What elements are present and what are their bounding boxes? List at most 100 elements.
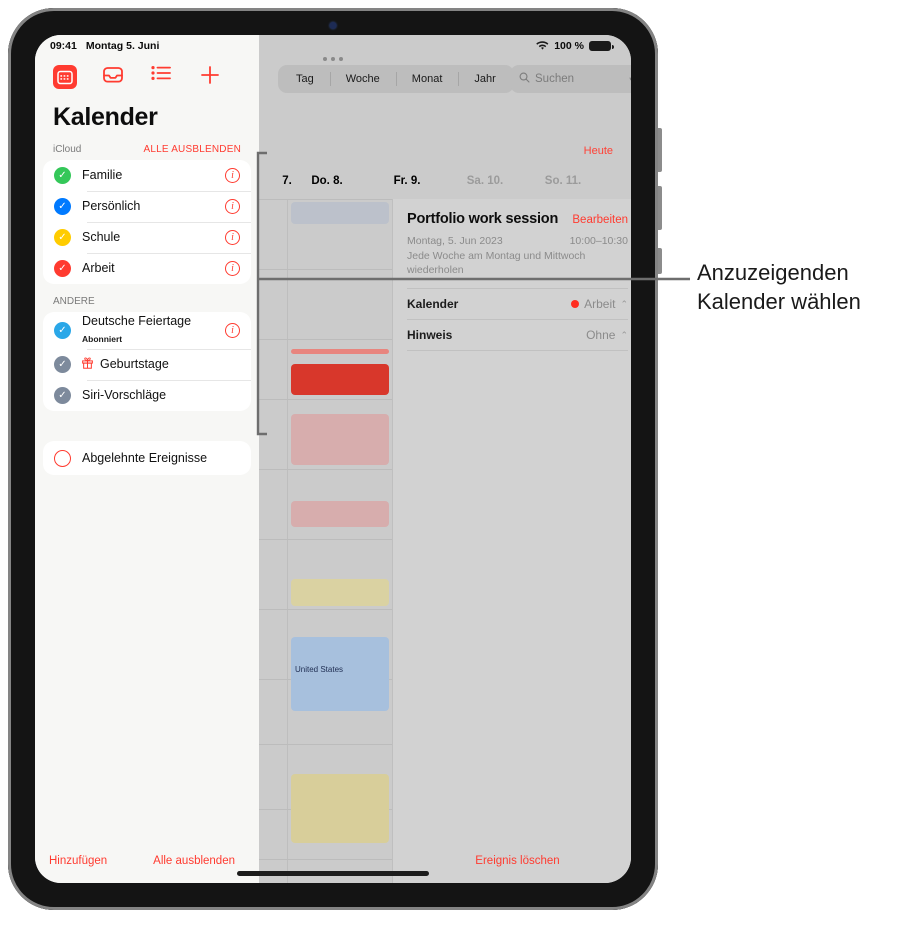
calendar-list-icloud: ✓ Familie i ✓ Persönlich i ✓ Schule i ✓ … [43, 160, 251, 284]
handle-dot [323, 57, 327, 61]
volume-down-button[interactable] [658, 186, 662, 230]
sidebar-status-date: Montag 5. Juni [85, 40, 160, 52]
calendar-event-block[interactable] [291, 202, 389, 224]
checkmark-icon[interactable]: ✓ [54, 167, 71, 184]
info-icon[interactable]: i [225, 230, 240, 245]
callout-label: Anzuzeigenden Kalender wählen [697, 258, 861, 316]
calendar-name: Arbeit [82, 261, 115, 276]
calendar-row-persoenlich[interactable]: ✓ Persönlich i [43, 191, 251, 222]
calendar-subtitle: Abonniert [82, 333, 123, 344]
tab-monat[interactable]: Monat [395, 67, 459, 91]
tab-jahr[interactable]: Jahr [458, 67, 511, 91]
callout-line-1: Anzuzeigenden [697, 260, 849, 285]
calendar-icon[interactable] [53, 65, 77, 89]
wifi-icon [536, 41, 549, 51]
device-screen: 09:41 Montag 5. Juni 100 % Tag Woc [35, 35, 631, 883]
field-hinweis-value: Ohne [586, 328, 616, 343]
add-icon[interactable] [200, 65, 224, 89]
battery-percent: 100 % [554, 40, 584, 52]
front-camera-icon [329, 22, 337, 29]
declined-events-group: Abgelehnte Ereignisse [43, 441, 251, 475]
today-button[interactable]: Heute [584, 145, 613, 157]
hide-all-icloud-button[interactable]: ALLE AUSBLENDEN [144, 144, 242, 155]
calendar-row-siri-vorschlaege[interactable]: ✓ Siri-Vorschläge [43, 380, 251, 411]
add-calendar-button[interactable]: Hinzufügen [35, 855, 107, 867]
day-label-so11[interactable]: So. 11. [523, 175, 603, 187]
delete-event-button[interactable]: Ereignis löschen [393, 839, 631, 883]
divider [407, 350, 628, 352]
tab-tag[interactable]: Tag [280, 67, 330, 91]
calendar-row-abgelehnte-ereignisse[interactable]: Abgelehnte Ereignisse [43, 441, 251, 475]
view-segmented-control[interactable]: Tag Woche Monat Jahr [278, 65, 514, 93]
section-header-andere: ANDERE [35, 284, 259, 312]
field-kalender[interactable]: Kalender Arbeit ⌃ [393, 289, 631, 319]
info-icon[interactable]: i [225, 199, 240, 214]
info-icon[interactable]: i [225, 168, 240, 183]
calendar-name: Persönlich [82, 199, 141, 214]
home-indicator[interactable] [237, 871, 429, 876]
day-label-fr9[interactable]: Fr. 9. [367, 175, 447, 187]
list-icon[interactable] [151, 65, 175, 89]
volume-up-button[interactable] [658, 128, 662, 172]
calendar-name: Geburtstage [100, 357, 169, 372]
chevron-updown-icon[interactable]: ⌃ [620, 330, 628, 341]
calendar-event-block[interactable] [291, 774, 389, 843]
section-label-icloud: iCloud [53, 144, 82, 155]
calendar-event-block[interactable]: United States [291, 637, 389, 711]
sidebar-status-time: 09:41 [50, 40, 77, 52]
tab-woche[interactable]: Woche [329, 67, 396, 91]
calendar-event-block[interactable] [291, 364, 389, 395]
edit-button[interactable]: Bearbeiten [572, 214, 628, 226]
device-frame: 09:41 Montag 5. Juni 100 % Tag Woc [8, 8, 662, 910]
calendar-list-andere: ✓ Deutsche Feiertage Abonniert i ✓ Gebur… [43, 312, 251, 411]
power-button[interactable] [658, 248, 662, 274]
sidebar-bottom-bar: Hinzufügen Alle ausblenden [35, 839, 259, 883]
calendar-name: Deutsche Feiertage [82, 314, 192, 329]
calendar-name: Familie [82, 168, 123, 183]
chevron-updown-icon[interactable]: ⌃ [620, 299, 628, 310]
inbox-icon[interactable] [102, 65, 126, 89]
checkmark-icon[interactable]: ✓ [54, 229, 71, 246]
sidebar-toolbar [35, 57, 259, 89]
event-meta-row: Montag, 5. Jun 2023 10:00–10:30 [393, 227, 631, 247]
day-label-do8[interactable]: Do. 8. [287, 175, 367, 187]
calendar-name: Abgelehnte Ereignisse [82, 450, 208, 465]
calendars-sidebar: 09:41 Montag 5. Juni Kalender iCloud ALL… [35, 35, 259, 883]
search-placeholder: Suchen [535, 73, 575, 85]
checkmark-icon[interactable]: ✓ [54, 198, 71, 215]
info-icon[interactable]: i [225, 323, 240, 338]
multitasking-handle[interactable] [323, 57, 343, 61]
checkmark-icon[interactable]: ✓ [54, 356, 71, 373]
calendar-event-block[interactable] [291, 579, 389, 606]
microphone-icon[interactable] [629, 71, 631, 87]
day-label-sa10[interactable]: Sa. 10. [445, 175, 525, 187]
sidebar-status-bar: 09:41 Montag 5. Juni [35, 35, 259, 57]
calendar-event-block[interactable] [291, 501, 389, 527]
calendar-row-schule[interactable]: ✓ Schule i [43, 222, 251, 253]
search-icon [519, 72, 530, 86]
section-label-andere: ANDERE [53, 296, 95, 307]
calendar-row-deutsche-feiertage[interactable]: ✓ Deutsche Feiertage Abonniert i [43, 312, 251, 349]
calendar-row-geburtstage[interactable]: ✓ Geburtstage [43, 349, 251, 380]
section-header-icloud: iCloud ALLE AUSBLENDEN [35, 132, 259, 160]
event-time: 10:00–10:30 [569, 235, 628, 247]
event-title: Portfolio work session [407, 211, 559, 227]
search-input[interactable]: Suchen [510, 65, 631, 93]
checkmark-icon[interactable]: ✓ [54, 260, 71, 277]
hide-all-button[interactable]: Alle ausblenden [153, 855, 259, 867]
field-kalender-value: Arbeit [584, 297, 616, 312]
handle-dot [331, 57, 335, 61]
info-icon[interactable]: i [225, 261, 240, 276]
checkmark-icon[interactable]: ✓ [54, 387, 71, 404]
calendar-event-block[interactable] [291, 349, 389, 354]
calendar-name: Siri-Vorschläge [82, 388, 167, 403]
page-title: Kalender [53, 103, 158, 131]
circle-outline-icon[interactable] [54, 449, 71, 467]
field-hinweis-label: Hinweis [407, 328, 453, 343]
calendar-row-arbeit[interactable]: ✓ Arbeit i [43, 253, 251, 284]
checkmark-icon[interactable]: ✓ [54, 322, 71, 339]
field-hinweis[interactable]: Hinweis Ohne ⌃ [393, 320, 631, 350]
calendar-event-block[interactable] [291, 414, 389, 465]
calendar-row-familie[interactable]: ✓ Familie i [43, 160, 251, 191]
column-separator [287, 199, 288, 883]
